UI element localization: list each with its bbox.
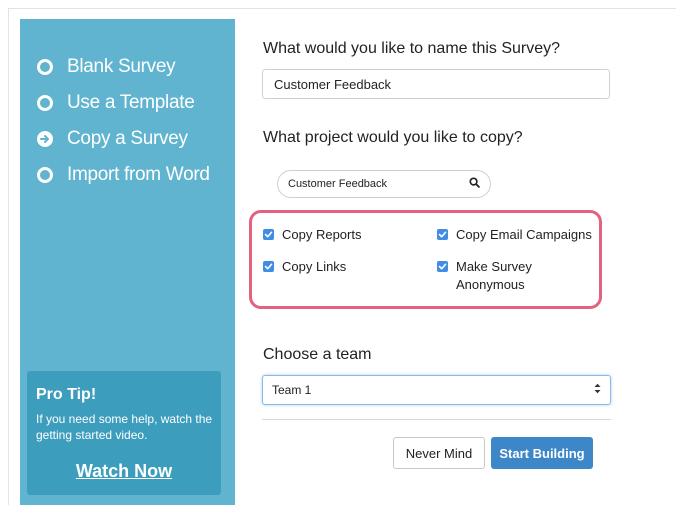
checkbox-label: Copy Email Campaigns: [456, 227, 592, 242]
checkbox-checked-icon: [437, 261, 448, 272]
survey-name-value: Customer Feedback: [274, 76, 392, 92]
arrow-circle-right-icon: [37, 131, 53, 147]
project-search-input[interactable]: Customer Feedback: [277, 170, 491, 198]
project-label: What project would you like to copy?: [263, 129, 523, 146]
radio-empty-icon: [37, 59, 53, 75]
never-mind-button[interactable]: Never Mind: [393, 437, 485, 469]
project-search-value: Customer Feedback: [288, 178, 388, 190]
copy-links-checkbox[interactable]: Copy Links: [263, 259, 347, 276]
sidebar: Blank Survey Use a Template Copy a Surve…: [20, 19, 235, 505]
make-anonymous-checkbox[interactable]: Make Survey Anonymous: [437, 259, 557, 294]
checkbox-label: Make Survey Anonymous: [456, 259, 532, 292]
option-copy-survey[interactable]: Copy a Survey: [37, 127, 188, 151]
option-use-template[interactable]: Use a Template: [37, 91, 195, 115]
option-blank-survey[interactable]: Blank Survey: [37, 55, 176, 79]
checkbox-checked-icon: [263, 261, 274, 272]
pro-tip-text: If you need some help, watch the getting…: [36, 412, 213, 442]
checkbox-label: Copy Reports: [282, 227, 362, 242]
checkbox-label: Copy Links: [282, 259, 347, 274]
option-label: Use a Template: [67, 92, 195, 113]
divider: [262, 419, 611, 420]
start-building-button[interactable]: Start Building: [491, 437, 593, 469]
option-label: Import from Word: [67, 164, 210, 185]
copy-reports-checkbox[interactable]: Copy Reports: [263, 227, 362, 244]
radio-empty-icon: [37, 95, 53, 111]
checkbox-checked-icon: [263, 229, 274, 240]
frame-top-border: [8, 8, 676, 9]
team-select[interactable]: Team 1: [262, 375, 611, 405]
checkbox-checked-icon: [437, 229, 448, 240]
frame-left-border: [8, 8, 9, 505]
team-select-value: Team 1: [272, 383, 312, 397]
option-label: Copy a Survey: [67, 128, 188, 149]
option-import-word[interactable]: Import from Word: [37, 163, 210, 187]
radio-empty-icon: [37, 167, 53, 183]
search-icon[interactable]: [469, 177, 480, 191]
team-label: Choose a team: [263, 346, 372, 363]
pro-tip-title: Pro Tip!: [36, 386, 97, 403]
option-label: Blank Survey: [67, 56, 176, 77]
select-arrows-icon: [594, 383, 601, 397]
survey-name-input[interactable]: Customer Feedback: [262, 69, 610, 99]
pro-tip-box: Pro Tip! If you need some help, watch th…: [27, 371, 221, 495]
survey-name-label: What would you like to name this Survey?: [263, 40, 561, 57]
copy-email-campaigns-checkbox[interactable]: Copy Email Campaigns: [437, 227, 592, 244]
watch-now-link[interactable]: Watch Now: [27, 461, 221, 482]
